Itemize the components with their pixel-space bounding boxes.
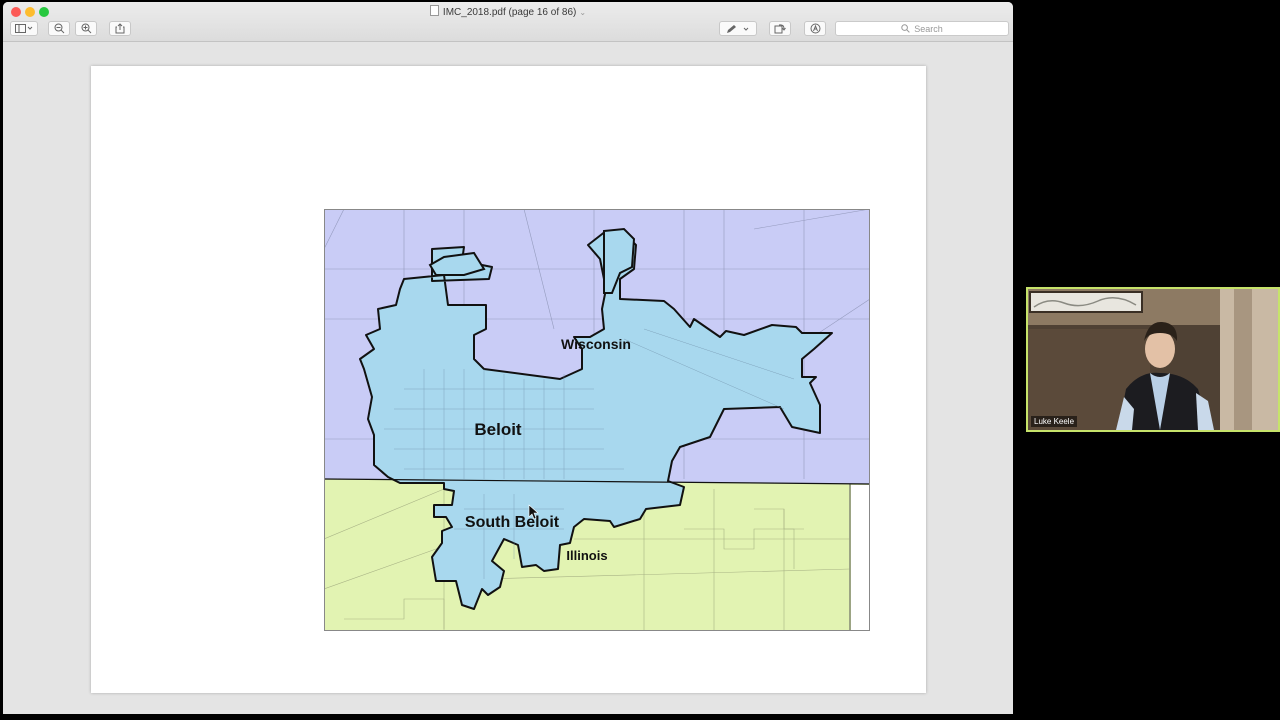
search-icon bbox=[901, 24, 910, 33]
zoom-in-button[interactable] bbox=[75, 21, 97, 36]
pdf-page[interactable]: Wisconsin Beloit South Beloit Illinois bbox=[91, 66, 926, 693]
title-bar: IMC_2018.pdf (page 16 of 86) ⌄ Search bbox=[3, 2, 1013, 42]
participant-video-tile[interactable]: Luke Keele bbox=[1026, 287, 1280, 432]
zoom-out-button[interactable] bbox=[48, 21, 70, 36]
label-wisconsin: Wisconsin bbox=[561, 336, 631, 352]
map-blank-strip bbox=[851, 485, 870, 631]
zoom-in-icon bbox=[81, 23, 91, 34]
share-button[interactable] bbox=[109, 21, 131, 36]
label-south-beloit: South Beloit bbox=[465, 514, 560, 531]
participant-face bbox=[1145, 330, 1175, 368]
annotate-button[interactable] bbox=[804, 21, 826, 36]
annotate-icon bbox=[810, 23, 820, 34]
label-illinois: Illinois bbox=[566, 548, 607, 563]
zoom-out-icon bbox=[54, 23, 64, 34]
window-title-text: IMC_2018.pdf (page 16 of 86) bbox=[442, 7, 577, 18]
label-beloit: Beloit bbox=[474, 420, 522, 439]
share-icon bbox=[115, 23, 125, 34]
rotate-icon bbox=[774, 24, 786, 34]
sidebar-icon bbox=[15, 24, 33, 33]
chevron-down-icon[interactable]: ⌄ bbox=[579, 8, 586, 17]
markup-pen-button[interactable] bbox=[719, 21, 757, 36]
preview-window: IMC_2018.pdf (page 16 of 86) ⌄ Search Wi… bbox=[3, 2, 1013, 714]
document-icon bbox=[429, 5, 439, 16]
window-title: IMC_2018.pdf (page 16 of 86) ⌄ bbox=[3, 5, 1013, 18]
rotate-button[interactable] bbox=[769, 21, 791, 36]
participant-video bbox=[1028, 289, 1278, 430]
participant-name-label: Luke Keele bbox=[1031, 416, 1078, 427]
sidebar-button[interactable] bbox=[10, 21, 38, 36]
markup-pen-icon bbox=[727, 24, 749, 33]
beloit-map: Wisconsin Beloit South Beloit Illinois bbox=[324, 209, 870, 631]
search-field[interactable]: Search bbox=[835, 21, 1009, 36]
search-placeholder: Search bbox=[914, 23, 943, 34]
